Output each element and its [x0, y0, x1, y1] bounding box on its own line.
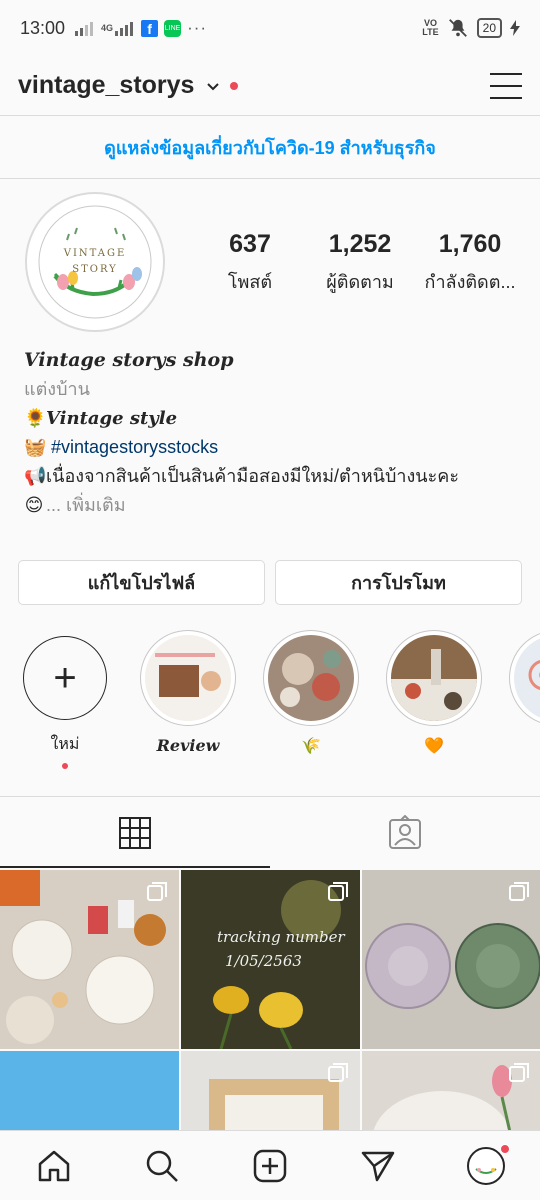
bio-line-2: 🧺 #vintagestorysstocks	[24, 433, 524, 462]
tab-tagged[interactable]	[270, 797, 540, 868]
highlight-new[interactable]: + ใหม่	[17, 630, 113, 769]
instagram-profile-screen: 13:00 4G f LINE ··· VO LTE 20 vintage_sto…	[0, 0, 540, 1200]
svg-text:VINTAGE: VINTAGE	[63, 248, 127, 259]
promotions-button[interactable]: การโปรโมท	[275, 560, 522, 605]
bio-line-4: 😊... เพิ่มเติม	[24, 491, 524, 520]
multiple-photos-icon	[328, 1063, 348, 1082]
following-stat[interactable]: 1,760 กำลังติดต...	[415, 230, 525, 296]
bio-more-link[interactable]: ... เพิ่มเติม	[46, 495, 126, 515]
vintage-story-logo: VINTAGE STORY	[38, 205, 152, 319]
multiple-photos-icon	[509, 882, 529, 901]
mute-icon	[448, 19, 467, 37]
highlight-cover-flower	[514, 635, 540, 721]
post-thumbnail[interactable]: tracking number 1/05/2563	[181, 870, 360, 1049]
following-count: 1,760	[438, 230, 502, 258]
tab-grid[interactable]	[0, 797, 270, 868]
profile-notification-dot	[500, 1143, 510, 1154]
network-type: 4G	[101, 23, 114, 33]
send-icon	[361, 1151, 395, 1181]
nav-create[interactable]	[248, 1144, 292, 1188]
signal-4g-icon	[115, 20, 134, 36]
home-icon	[38, 1150, 70, 1181]
status-time: 13:00	[20, 17, 66, 38]
sunflower-emoji: 🌻	[24, 408, 47, 428]
status-right: VO LTE 20	[422, 17, 520, 39]
profile-tabs	[0, 796, 540, 868]
volte-icon: VO LTE	[422, 18, 439, 37]
plus-icon: +	[53, 656, 77, 700]
highlight-orange-heart[interactable]: 🧡	[386, 630, 482, 756]
more-dots-icon: ···	[187, 18, 208, 37]
highlight-label: 🌾	[301, 738, 321, 755]
add-post-icon	[253, 1149, 287, 1182]
highlight-review[interactable]: Review	[140, 630, 236, 755]
nav-direct[interactable]	[356, 1144, 400, 1188]
status-bar: 13:00 4G f LINE ··· VO LTE 20	[0, 0, 540, 56]
post-thumbnail[interactable]	[0, 870, 179, 1049]
posts-count: 637	[229, 230, 271, 258]
highlight-wheat[interactable]: 🌾	[263, 630, 359, 756]
highlight-ring	[263, 630, 359, 726]
svg-text:tracking number: tracking number	[217, 928, 345, 946]
hamburger-menu-icon[interactable]	[490, 72, 522, 99]
profile-category: แต่งบ้าน	[24, 379, 90, 399]
followers-stat[interactable]: 1,252 ผู้ติดตาม	[305, 230, 415, 296]
profile-header: vintage_storys	[0, 56, 540, 116]
tagged-person-icon	[389, 814, 421, 849]
multiple-photos-icon	[328, 882, 348, 901]
following-label: กำลังติดต...	[424, 272, 516, 292]
nav-home[interactable]	[32, 1144, 76, 1188]
line-icon: LINE	[164, 19, 182, 37]
basket-emoji: 🧺	[24, 437, 47, 457]
avatar-logo: VINTAGE STORY	[33, 200, 157, 324]
posts-label: โพสต์	[227, 272, 273, 292]
post-thumbnail[interactable]	[362, 870, 540, 1049]
bottom-navigation	[0, 1130, 540, 1200]
chevron-down-icon[interactable]	[206, 79, 220, 93]
charging-icon	[510, 20, 520, 36]
story-highlights: + ใหม่ Review 🌾 🧡	[0, 630, 540, 770]
new-indicator-dot	[62, 763, 68, 769]
hashtag-link[interactable]: #vintagestorysstocks	[51, 437, 218, 457]
new-highlight-ring: +	[23, 636, 107, 720]
posts-stat[interactable]: 637 โพสต์	[195, 230, 305, 296]
bio-line-1: 🌻Vintage style	[24, 404, 524, 433]
followers-count: 1,252	[328, 230, 392, 258]
bio-line-3: 📢เนื่องจากสินค้าเป็นสินค้ามือสองมีใหม่/ต…	[24, 462, 524, 491]
svg-text:STORY: STORY	[72, 264, 118, 275]
highlight-ring	[509, 630, 540, 726]
highlight-cover-heart	[391, 635, 477, 721]
account-switcher-username[interactable]: vintage_storys	[18, 71, 194, 100]
svg-text:1/05/2563: 1/05/2563	[225, 952, 302, 970]
edit-profile-button[interactable]: แก้ไขโปรไฟล์	[18, 560, 265, 605]
highlight-ring	[140, 630, 236, 726]
profile-stats: 637 โพสต์ 1,252 ผู้ติดตาม 1,760 กำลังติด…	[195, 230, 525, 296]
profile-avatar-icon	[467, 1146, 505, 1185]
highlight-label: Review	[156, 736, 220, 755]
highlight-label: ใหม่	[50, 736, 80, 753]
display-name: Vintage storys shop	[24, 349, 234, 371]
smile-emoji: 😊	[24, 495, 44, 515]
multiple-photos-icon	[147, 882, 167, 901]
highlight-label: 🧡	[424, 738, 444, 755]
nav-profile[interactable]	[464, 1143, 510, 1188]
multiple-photos-icon	[509, 1063, 529, 1082]
grid-icon	[119, 816, 151, 849]
signal-icon	[75, 20, 94, 36]
battery-icon: 20	[476, 18, 502, 38]
search-icon	[146, 1150, 178, 1182]
profile-bio: Vintage storys shop แต่งบ้าน 🌻Vintage st…	[24, 346, 524, 520]
highlight-cover-wheat	[268, 635, 354, 721]
nav-search[interactable]	[140, 1144, 184, 1188]
profile-action-buttons: แก้ไขโปรไฟล์ การโปรโมท	[18, 560, 522, 605]
profile-avatar[interactable]: VINTAGE STORY	[25, 192, 165, 332]
megaphone-emoji: 📢	[24, 466, 47, 486]
facebook-icon: f	[141, 19, 159, 37]
highlight-partial[interactable]	[509, 630, 540, 736]
notification-dot	[230, 81, 239, 90]
followers-label: ผู้ติดตาม	[326, 272, 394, 292]
covid-resources-link[interactable]: ดูแหล่งข้อมูลเกี่ยวกับโควิด-19 สำหรับธุร…	[0, 117, 540, 179]
highlight-ring	[386, 630, 482, 726]
highlight-cover-review	[145, 635, 231, 721]
